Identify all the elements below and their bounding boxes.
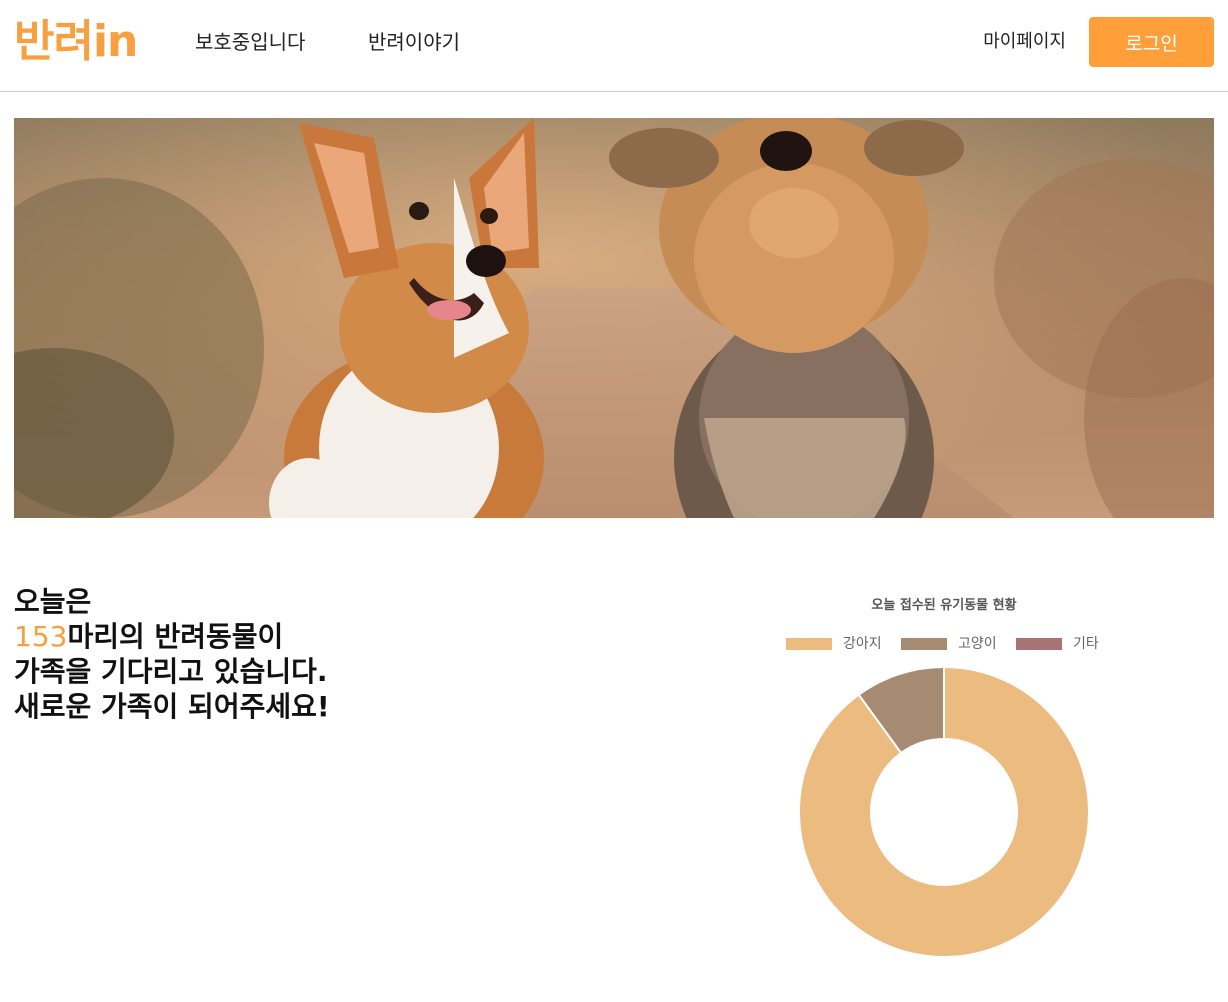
legend-swatch-other bbox=[1016, 638, 1062, 650]
legend-item-other[interactable]: 기타 bbox=[1016, 634, 1116, 654]
legend-swatch-cat bbox=[901, 638, 947, 650]
animal-count: 153 bbox=[14, 620, 68, 653]
legend-swatch-dog bbox=[786, 638, 832, 650]
welcome-line-3: 가족을 기다리고 있습니다. bbox=[14, 655, 328, 688]
welcome-message: 오늘은 153마리의 반려동물이 가족을 기다리고 있습니다. 새로운 가족이 … bbox=[14, 584, 330, 724]
chart-title: 오늘 접수된 유기동물 현황 bbox=[871, 598, 1017, 613]
legend-label-cat: 고양이 bbox=[958, 636, 997, 652]
legend-item-dog[interactable]: 강아지 bbox=[786, 634, 896, 654]
donut-chart bbox=[798, 665, 1090, 958]
nav-pet-stories[interactable]: 반려이야기 bbox=[368, 28, 460, 56]
hero-dogs-illustration bbox=[14, 118, 1214, 518]
nav-protected-animals[interactable]: 보호중입니다 bbox=[195, 28, 305, 56]
legend-label-dog: 강아지 bbox=[843, 636, 882, 652]
legend-label-other: 기타 bbox=[1073, 636, 1099, 652]
hero-banner-image bbox=[14, 118, 1214, 518]
chart-legend: 강아지 고양이 기타 bbox=[760, 634, 1128, 656]
top-header: 반려in 보호중입니다 반려이야기 마이페이지 로그인 bbox=[0, 0, 1228, 92]
welcome-line-2: 153마리의 반려동물이 bbox=[14, 619, 330, 654]
legend-item-cat[interactable]: 고양이 bbox=[901, 634, 1011, 654]
welcome-line-2-text: 마리의 반려동물이 bbox=[67, 620, 284, 653]
animal-status-chart: 오늘 접수된 유기동물 현황 강아지 고양이 기타 bbox=[760, 585, 1130, 995]
mypage-link[interactable]: 마이페이지 bbox=[983, 29, 1066, 55]
welcome-line-4: 새로운 가족이 되어주세요! bbox=[14, 690, 330, 723]
logo[interactable]: 반려in bbox=[14, 14, 138, 70]
login-button[interactable]: 로그인 bbox=[1089, 17, 1214, 67]
welcome-line-1: 오늘은 bbox=[14, 585, 92, 618]
